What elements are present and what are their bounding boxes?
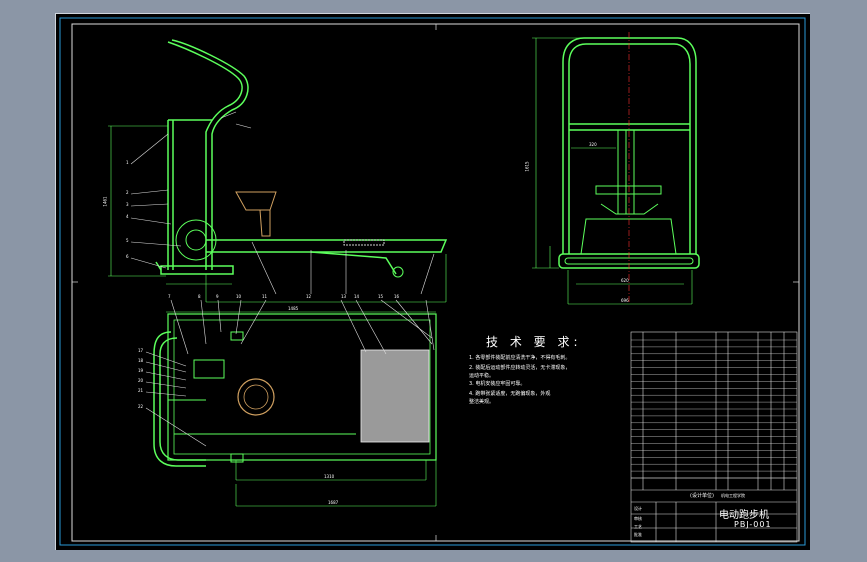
part-number-label: 22 xyxy=(138,404,144,409)
dim-plan-total: 1687 xyxy=(328,500,339,505)
title-block-label: 工艺 xyxy=(634,524,642,529)
dim-plan-length: 1485 xyxy=(288,306,299,311)
bom-rows xyxy=(631,339,797,479)
tech-requirement-line: 2. 装配后运动部件应转动灵活，无卡滞现象， xyxy=(469,365,571,371)
part-number-label: 21 xyxy=(138,388,144,393)
title-block-label: 审核 xyxy=(634,516,642,521)
part-number-label: 16 xyxy=(394,294,400,299)
part-number-label: 18 xyxy=(138,358,144,363)
dim-front-width-inner: 620 xyxy=(621,278,629,283)
side-view xyxy=(155,39,448,278)
cad-drawing xyxy=(59,17,806,546)
part-number-label: 8 xyxy=(198,294,201,299)
title-block-school: 机电工程学院 xyxy=(721,493,745,498)
dim-front-width-outer: 696 xyxy=(621,298,629,303)
part-number-label: 13 xyxy=(341,294,347,299)
tech-requirements-title: 技 术 要 求: xyxy=(486,335,582,349)
title-block-unit: (设计单位) xyxy=(690,493,714,499)
title-block-name: 电动跑步机 xyxy=(719,510,769,521)
cad-viewport[interactable]: 技 术 要 求: 1. 各零部件装配前应清洗干净，不得有毛刺。 2. 装配后运动… xyxy=(55,13,810,550)
dim-front-height: 1615 xyxy=(524,161,530,172)
part-number-label: 4 xyxy=(126,214,129,219)
tech-requirement-line: 3. 电机安装应牢固可靠。 xyxy=(469,381,526,387)
part-number-label: 7 xyxy=(168,294,171,299)
plan-view-belt-hatch xyxy=(360,349,430,443)
tech-requirement-line: 整洁美观。 xyxy=(469,399,495,405)
part-number-label: 17 xyxy=(138,348,144,353)
dim-front-mid: 320 xyxy=(589,142,597,147)
tech-requirement-line: 1. 各零部件装配前应清洗干净，不得有毛刺。 xyxy=(469,355,571,361)
title-block-label: 批准 xyxy=(634,532,642,537)
part-number-label: 3 xyxy=(126,202,129,207)
part-number-label: 11 xyxy=(262,294,268,299)
tech-requirement-line: 4. 跑带张紧适度，无跑偏现象，外观 xyxy=(469,391,551,397)
tech-requirement-line: 运动平稳。 xyxy=(469,373,495,379)
part-number-label: 20 xyxy=(138,378,144,383)
title-block-label: 设计 xyxy=(634,506,642,511)
dim-plan-inner: 1310 xyxy=(324,474,335,479)
part-number-label: 12 xyxy=(306,294,312,299)
title-block-code: PBJ-001 xyxy=(734,520,772,529)
part-number-label: 1 xyxy=(126,160,129,165)
dim-side-height: 1461 xyxy=(102,196,108,207)
part-number-label: 9 xyxy=(216,294,219,299)
part-number-label: 6 xyxy=(126,254,129,259)
part-number-label: 5 xyxy=(126,238,129,243)
part-number-label: 19 xyxy=(138,368,144,373)
part-number-label: 15 xyxy=(378,294,384,299)
part-number-label: 2 xyxy=(126,190,129,195)
bom-table xyxy=(630,331,798,543)
part-number-label: 14 xyxy=(354,294,360,299)
part-number-label: 10 xyxy=(236,294,242,299)
